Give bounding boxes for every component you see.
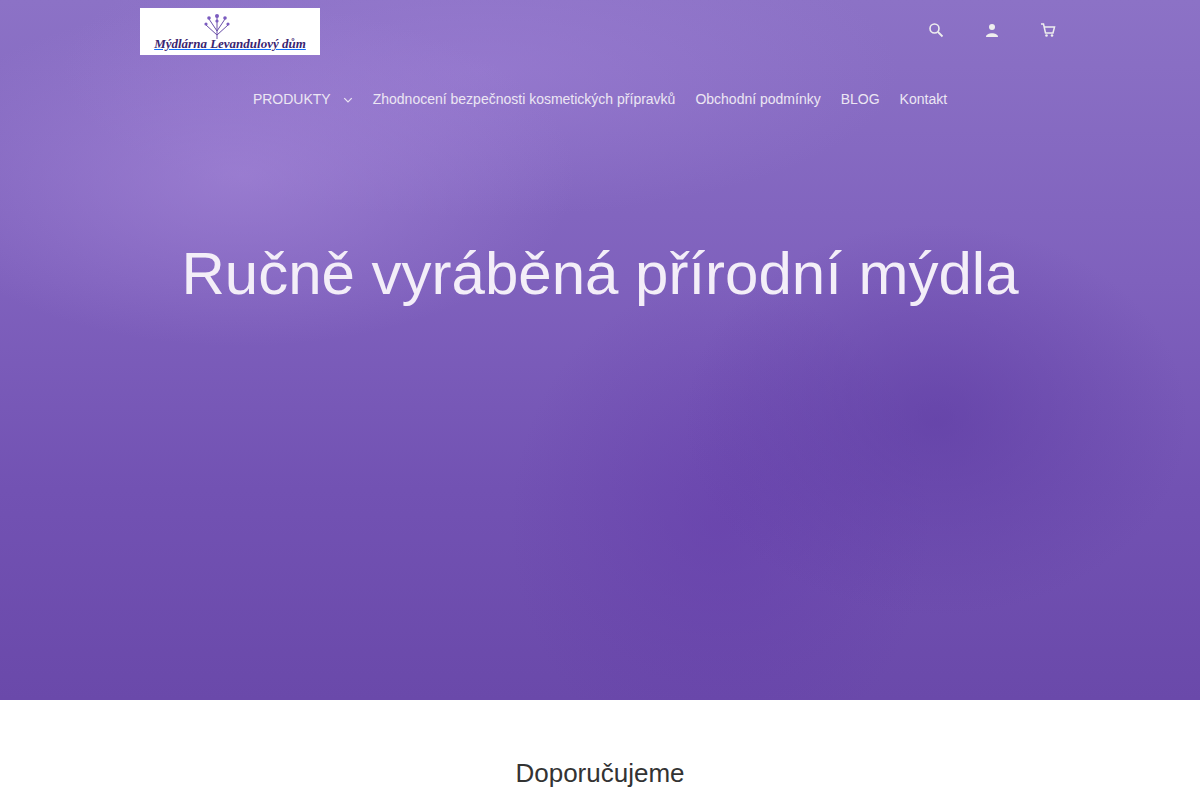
cart-button[interactable] (1040, 22, 1056, 38)
header-icons (928, 8, 1060, 38)
menu-item[interactable]: Zhodnocení bezpečnosti kosmetických příp… (373, 89, 676, 110)
search-icon (928, 22, 944, 38)
user-icon (984, 22, 1000, 38)
cart-icon (1040, 22, 1056, 38)
hero: Mýdlárna Levandulový dům PRODUKTY Zhodnoce… (0, 0, 1200, 700)
menu-item[interactable]: BLOG (841, 89, 880, 110)
chevron-down-icon (343, 95, 353, 105)
menu-item[interactable]: Kontakt (900, 89, 947, 110)
user-button[interactable] (984, 22, 1000, 38)
logo[interactable]: Mýdlárna Levandulový dům (140, 8, 320, 55)
search-button[interactable] (928, 22, 944, 38)
section-title: Doporučujeme (0, 758, 1200, 789)
lavender-icon (202, 11, 232, 39)
menu-item[interactable]: Obchodní podmínky (695, 89, 820, 110)
menu-item[interactable]: PRODUKTY (253, 89, 353, 110)
hero-title: Ručně vyráběná přírodní mýdla (140, 238, 1060, 310)
main-menu: PRODUKTY Zhodnocení bezpečnosti kosmetick… (140, 89, 1060, 110)
recommended-section: Doporučujeme (0, 758, 1200, 800)
logo-text[interactable]: Mýdlárna Levandulový dům (154, 37, 306, 51)
